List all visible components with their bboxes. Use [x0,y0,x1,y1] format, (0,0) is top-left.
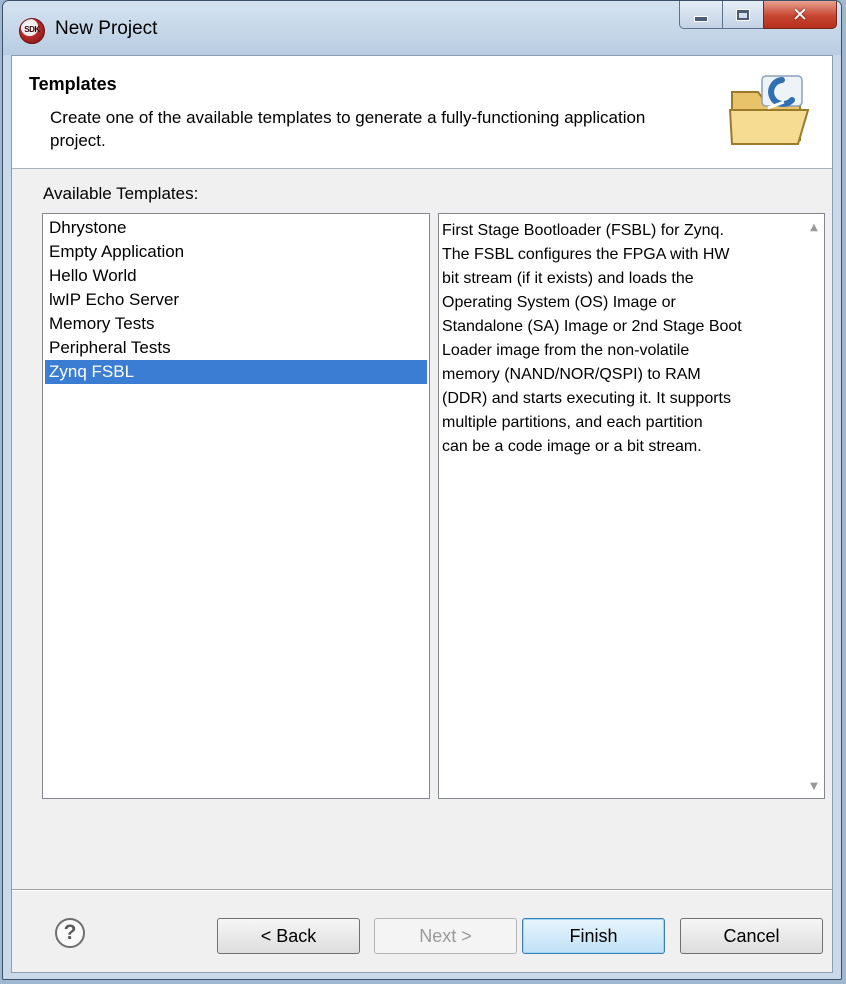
close-button[interactable]: ✕ [763,1,837,29]
list-item-hello-world[interactable]: Hello World [45,264,427,288]
minimize-icon [694,15,708,22]
title-bar[interactable]: SDK New Project ✕ [3,1,841,55]
scroll-up-arrow-icon[interactable]: ▲ [808,222,820,233]
window-title: New Project [55,18,158,39]
cancel-button[interactable]: Cancel [680,918,823,954]
page-description: Create one of the available templates to… [50,108,646,150]
list-item-zynq-fsbl[interactable]: Zynq FSBL [45,360,427,384]
maximize-icon [737,9,749,20]
template-description: First Stage Bootloader (FSBL) for Zynq. … [442,222,742,455]
help-icon[interactable]: ? [55,918,85,948]
next-button[interactable]: Next > [374,918,517,954]
new-project-folder-icon [728,75,810,145]
list-item-empty-application[interactable]: Empty Application [45,240,427,264]
maximize-button[interactable] [722,1,764,29]
list-item-dhrystone[interactable]: Dhrystone [45,216,427,240]
finish-button[interactable]: Finish [522,918,665,954]
page-title: Templates [29,74,117,94]
list-item-memory-tests[interactable]: Memory Tests [45,312,427,336]
list-item-peripheral-tests[interactable]: Peripheral Tests [45,336,427,360]
button-bar-divider [12,889,832,891]
list-item-lwip-echo-server[interactable]: lwIP Echo Server [45,288,427,312]
sdk-app-icon: SDK [19,18,45,44]
minimize-button[interactable] [679,1,723,29]
app-icon-text: SDK [24,25,40,34]
new-project-dialog: SDK New Project ✕ Templates Create one o… [2,0,842,980]
wizard-header: Templates Create one of the available te… [12,56,832,169]
scroll-down-arrow-icon[interactable]: ▼ [808,781,820,792]
dialog-content: Templates Create one of the available te… [11,55,833,973]
available-templates-label: Available Templates: [43,184,199,203]
template-description-box[interactable]: First Stage Bootloader (FSBL) for Zynq. … [438,213,825,799]
back-button[interactable]: < Back [217,918,360,954]
close-icon: ✕ [792,3,808,26]
templates-list[interactable]: Dhrystone Empty Application Hello World … [42,213,430,799]
